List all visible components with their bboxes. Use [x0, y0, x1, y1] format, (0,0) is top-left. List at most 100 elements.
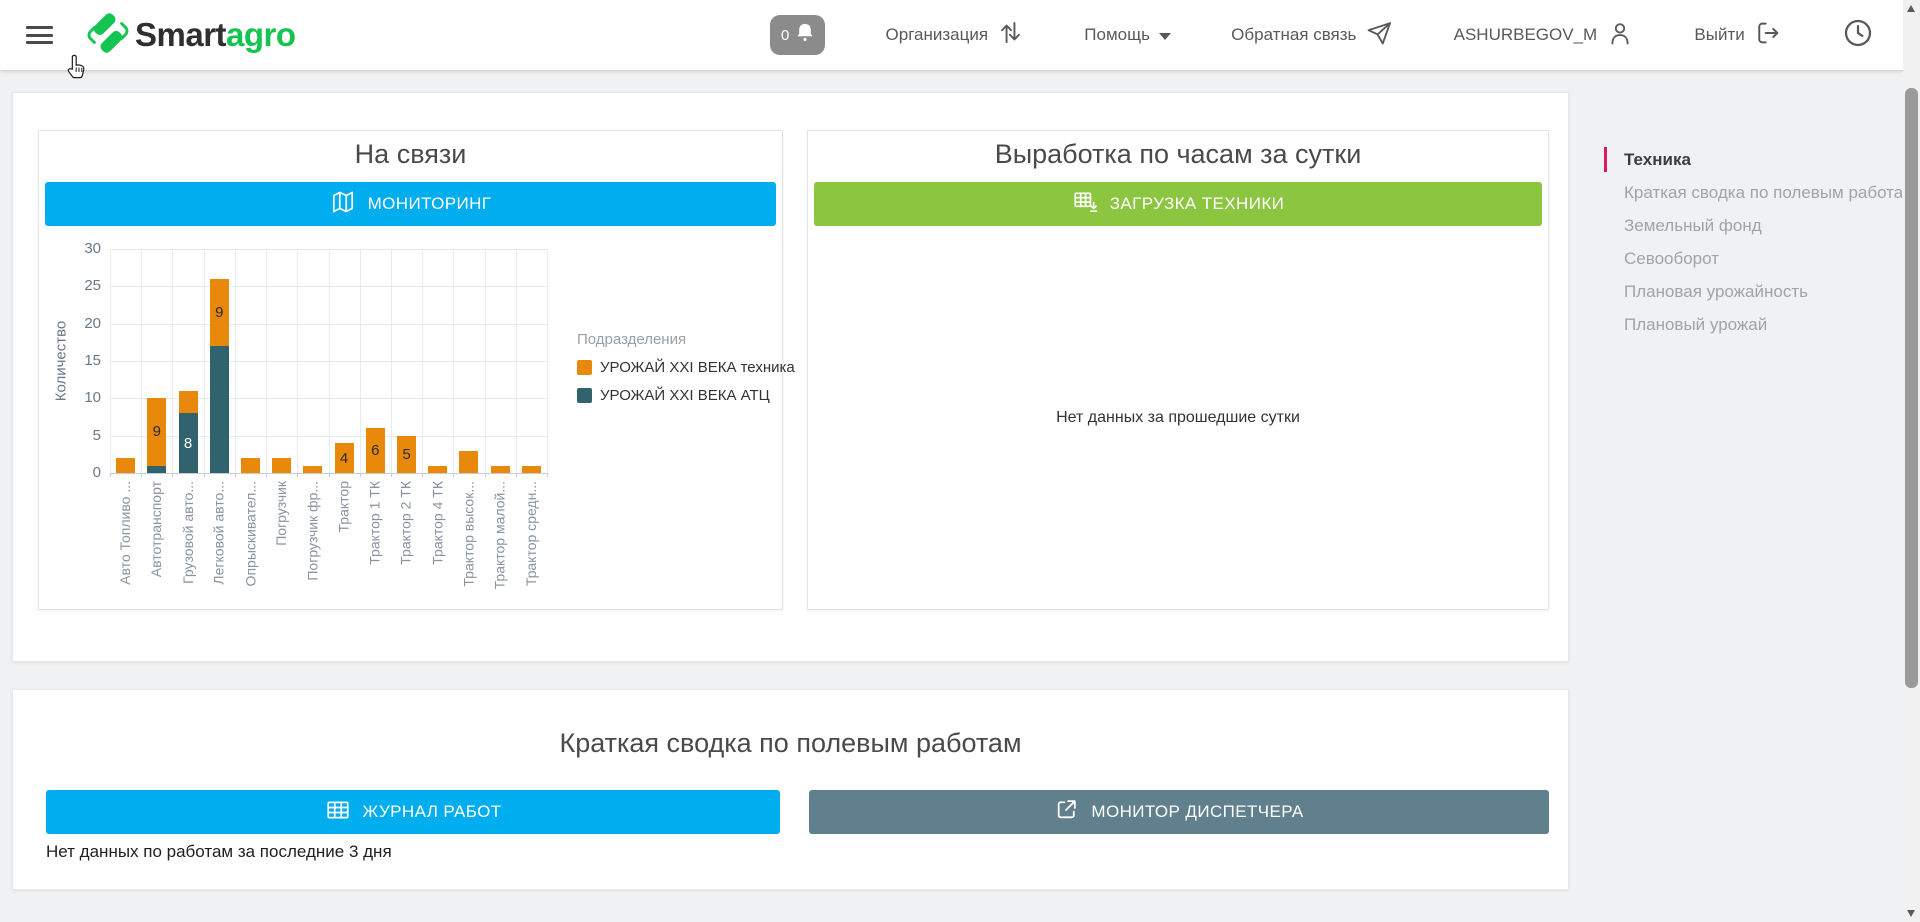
scrollbar-down-arrow[interactable] [1907, 910, 1915, 917]
bar-segment[interactable]: 4 [335, 443, 354, 473]
bar-segment[interactable]: 9 [147, 398, 166, 465]
y-axis-tick: 15 [39, 352, 101, 369]
header-nav: 0 Организация Помощь Обратная связ [770, 0, 1874, 70]
field-work-summary-title: Краткая сводка по полевым работам [13, 728, 1568, 759]
x-axis-label: Погрузчик [273, 481, 289, 546]
work-journal-button[interactable]: ЖУРНАЛ РАБОТ [46, 790, 780, 834]
work-journal-button-label: ЖУРНАЛ РАБОТ [363, 802, 502, 822]
x-axis-label: Трактор малой... [492, 481, 508, 589]
caret-down-icon [1159, 33, 1171, 40]
x-axis-label: Трактор высок... [460, 481, 476, 587]
app-header: Smartagro 0 Организация Помощь [0, 0, 1920, 70]
app-logo[interactable]: Smartagro [85, 10, 296, 61]
bar-segment[interactable] [147, 466, 166, 473]
sidebar-item-crop-rotation[interactable]: Севооборот [1580, 242, 1902, 275]
dashboard-row-2: Краткая сводка по полевым работам ЖУРНАЛ… [12, 689, 1569, 890]
bar-segment[interactable]: 8 [179, 413, 198, 473]
bar-segment[interactable] [210, 346, 229, 473]
bar-segment[interactable]: 5 [397, 436, 416, 473]
load-vehicles-button[interactable]: ЗАГРУЗКА ТЕХНИКИ [814, 182, 1542, 226]
scrollbar-up-arrow[interactable] [1907, 5, 1915, 12]
legend-swatch-orange [577, 360, 592, 375]
x-axis-label: Автотранспорт [148, 481, 164, 577]
nav-organization[interactable]: Организация [886, 19, 1025, 51]
sidebar-item-field-work-summary[interactable]: Краткая сводка по полевым работам [1580, 176, 1902, 209]
legend-item-atc[interactable]: УРОЖАЙ XXI ВЕКА АТЦ [577, 387, 795, 404]
session-clock-button[interactable] [1842, 17, 1874, 54]
monitoring-button-label: МОНИТОРИНГ [368, 194, 492, 214]
person-icon [1606, 19, 1634, 52]
bar-segment[interactable] [491, 466, 510, 473]
bar-value-label: 5 [402, 446, 410, 463]
swap-vertical-icon [997, 19, 1024, 51]
bar-value-label: 4 [340, 450, 348, 467]
bar-segment[interactable] [428, 466, 447, 473]
bar-segment[interactable] [303, 466, 322, 473]
bar-segment[interactable] [522, 466, 541, 473]
nav-feedback[interactable]: Обратная связь [1231, 19, 1393, 52]
nav-user-label: ASHURBEGOV_M [1454, 25, 1598, 45]
on-air-chart: Количество 051015202530Авто Топливо ...9… [39, 241, 782, 609]
external-link-icon [1054, 797, 1079, 827]
dispatcher-monitor-button-label: МОНИТОР ДИСПЕТЧЕРА [1091, 802, 1303, 822]
menu-button[interactable] [26, 22, 53, 49]
x-axis-label: Трактор 2 ТК [398, 481, 414, 565]
nav-help-label: Помощь [1084, 25, 1150, 45]
load-vehicles-button-label: ЗАГРУЗКА ТЕХНИКИ [1110, 194, 1285, 214]
x-axis-label: Трактор 1 ТК [367, 481, 383, 565]
notifications-button[interactable]: 0 [770, 15, 825, 55]
sidebar-item-tehnika[interactable]: Техника [1580, 143, 1902, 176]
x-axis-label: Опрыскивател... [242, 481, 258, 586]
bar-segment[interactable] [272, 458, 291, 473]
nav-logout-label: Выйти [1694, 25, 1744, 45]
dispatcher-monitor-button[interactable]: МОНИТОР ДИСПЕТЧЕРА [809, 790, 1549, 834]
y-axis-tick: 10 [39, 389, 101, 406]
right-sidebar: Техника Краткая сводка по полевым работа… [1580, 143, 1902, 341]
map-icon [330, 189, 356, 220]
sidebar-item-planned-harvest[interactable]: Плановый урожай [1580, 308, 1902, 341]
card-on-air: На связи МОНИТОРИНГ Количество 051015202… [38, 130, 783, 610]
bar-value-label: 9 [215, 304, 223, 321]
bar-segment[interactable]: 9 [210, 279, 229, 346]
monitoring-button[interactable]: МОНИТОРИНГ [45, 182, 776, 226]
nav-organization-label: Организация [886, 25, 989, 45]
sidebar-item-land-fund[interactable]: Земельный фонд [1580, 209, 1902, 242]
field-work-empty-text: Нет данных по работам за последние 3 дня [46, 842, 392, 862]
bar-segment[interactable] [459, 451, 478, 473]
y-axis-tick: 0 [39, 464, 101, 481]
x-axis-label: Трактор средн... [523, 481, 539, 586]
sidebar-item-planned-yield-rate[interactable]: Плановая урожайность [1580, 275, 1902, 308]
dashboard-row-1: На связи МОНИТОРИНГ Количество 051015202… [12, 92, 1569, 662]
logo-icon [85, 10, 131, 61]
legend-label: УРОЖАЙ XXI ВЕКА техника [600, 359, 795, 376]
nav-logout[interactable]: Выйти [1694, 19, 1781, 52]
legend-label: УРОЖАЙ XXI ВЕКА АТЦ [600, 387, 770, 404]
bar-segment[interactable]: 6 [366, 428, 385, 473]
x-axis-label: Легковой авто... [211, 481, 227, 585]
clock-icon [1842, 17, 1874, 54]
bar-segment[interactable] [179, 391, 198, 413]
hourly-output-empty-text: Нет данных за прошедшие сутки [808, 409, 1548, 427]
x-axis-label: Авто Топливо ... [117, 481, 133, 585]
x-axis-label: Трактор 4 ТК [429, 481, 445, 565]
logout-icon [1754, 19, 1782, 52]
chart-legend: Подразделения УРОЖАЙ XXI ВЕКА техника УР… [577, 331, 795, 404]
bar-segment[interactable] [116, 458, 135, 473]
y-axis-tick: 25 [39, 277, 101, 294]
nav-help[interactable]: Помощь [1084, 25, 1171, 45]
table-download-icon [1072, 189, 1098, 220]
bar-segment[interactable] [241, 458, 260, 473]
x-axis-label: Погрузчик фр... [304, 481, 320, 581]
legend-swatch-teal [577, 388, 592, 403]
x-axis-label: Грузовой авто... [180, 481, 196, 584]
legend-item-tehnika[interactable]: УРОЖАЙ XXI ВЕКА техника [577, 359, 795, 376]
page-scrollbar[interactable] [1903, 0, 1920, 922]
nav-feedback-label: Обратная связь [1231, 25, 1356, 45]
paper-plane-icon [1365, 19, 1393, 52]
scrollbar-thumb[interactable] [1905, 88, 1918, 688]
on-air-title: На связи [39, 139, 782, 170]
legend-title: Подразделения [577, 331, 795, 348]
logo-text: Smartagro [135, 16, 296, 54]
y-axis-tick: 5 [39, 427, 101, 444]
nav-user[interactable]: ASHURBEGOV_M [1454, 19, 1635, 52]
